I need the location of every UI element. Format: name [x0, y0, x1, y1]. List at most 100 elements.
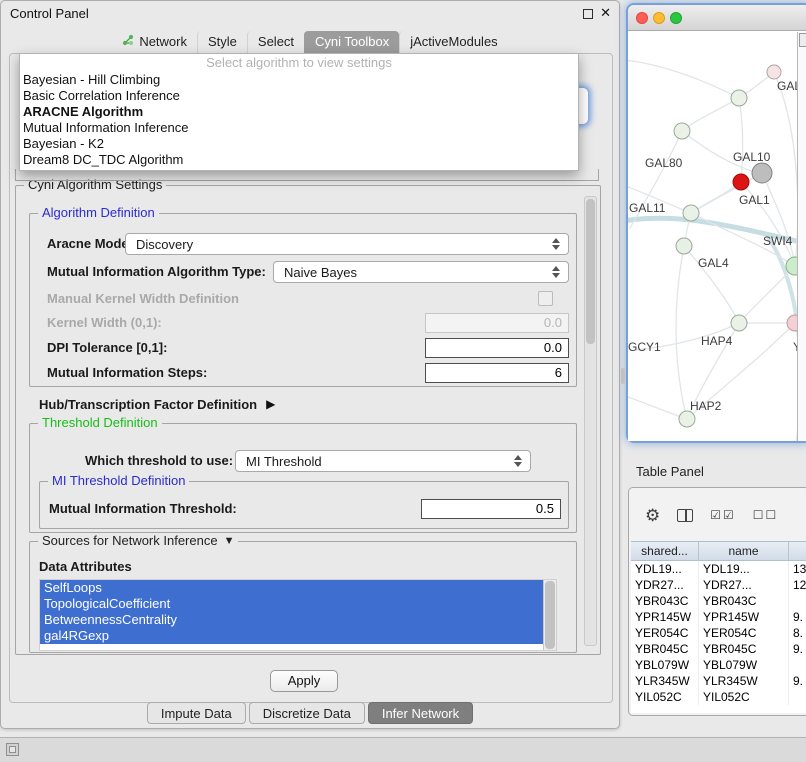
tab-network[interactable]: Network — [112, 31, 197, 53]
table-row[interactable]: YER054CYER054C8. — [631, 625, 806, 641]
table-cell: YBR043C — [631, 593, 699, 609]
tab-style[interactable]: Style — [197, 31, 247, 53]
algorithm-placeholder-option[interactable]: Select algorithm to view settings — [20, 54, 578, 72]
network-node[interactable] — [733, 174, 749, 190]
bottom-tab-discretize-data[interactable]: Discretize Data — [249, 702, 365, 724]
kernel-width-field[interactable]: 0.0 — [425, 313, 569, 333]
table-panel-window: ⚙ ☑☑ ☐☐ shared...name YDL19...YDL19...13… — [628, 487, 806, 716]
select-all-checkboxes-icon[interactable]: ☑☑ — [710, 508, 736, 522]
network-edge[interactable] — [628, 394, 687, 419]
algorithm-option-bayesian-k2[interactable]: Bayesian - K2 — [20, 136, 578, 152]
network-canvas[interactable]: GAL2GAL80GAL10GAL11GAL1SWI4GAL4GCY1HAP4H… — [628, 32, 806, 441]
attribute-item-betweennesscentrality[interactable]: BetweennessCentrality — [40, 612, 543, 628]
table-cell: YPR145W — [631, 609, 699, 625]
table-toolbar: ⚙ ☑☑ ☐☐ — [645, 500, 778, 530]
network-node[interactable] — [767, 65, 781, 79]
network-node[interactable] — [674, 123, 690, 139]
network-edge[interactable] — [676, 246, 687, 419]
attribute-item-gal4rgexp[interactable]: gal4RGexp — [40, 628, 543, 644]
manual-kernel-checkbox[interactable] — [538, 291, 553, 306]
panel-dock-icon[interactable] — [6, 743, 19, 756]
table-row[interactable]: YBR043CYBR043C — [631, 593, 806, 609]
zoom-traffic-light-icon[interactable] — [670, 12, 682, 24]
table-row[interactable]: YDR27...YDR27...12 — [631, 577, 806, 593]
dpi-tolerance-label: DPI Tolerance [0,1]: — [47, 338, 167, 358]
close-icon[interactable]: ✕ — [600, 5, 611, 21]
hub-transcription-factor-section[interactable]: Hub/Transcription Factor Definition ▶ — [39, 395, 275, 413]
close-traffic-light-icon[interactable] — [636, 12, 648, 24]
dpi-tolerance-field[interactable]: 0.0 — [425, 338, 569, 358]
table-cell: 9. — [789, 673, 806, 689]
network-node[interactable] — [676, 238, 692, 254]
network-edge[interactable] — [691, 182, 741, 213]
table-cell: YER054C — [699, 625, 789, 641]
network-node[interactable] — [752, 163, 772, 183]
combo-arrows-icon — [552, 266, 561, 278]
column-header-extra[interactable] — [789, 542, 806, 560]
which-threshold-combo[interactable]: MI Threshold — [235, 450, 531, 472]
mi-steps-field[interactable]: 6 — [425, 363, 569, 383]
column-header-shared[interactable]: shared... — [631, 542, 699, 560]
apply-button[interactable]: Apply — [270, 670, 338, 692]
network-view-window: GAL2GAL80GAL10GAL11GAL1SWI4GAL4GCY1HAP4H… — [628, 5, 806, 441]
table-row[interactable]: YIL052CYIL052C — [631, 689, 806, 705]
network-icon — [122, 34, 134, 49]
bottom-tab-infer-network[interactable]: Infer Network — [368, 702, 473, 724]
algorithm-option-aracne-algorithm[interactable]: ARACNE Algorithm — [20, 104, 578, 120]
node-label-hap4: HAP4 — [701, 334, 733, 348]
algorithm-option-mutual-information-inference[interactable]: Mutual Information Inference — [20, 120, 578, 136]
network-edge[interactable] — [682, 98, 739, 131]
table-cell: YDL19... — [699, 561, 789, 577]
attributes-scrollbar-thumb[interactable] — [545, 581, 555, 649]
mi-threshold-field[interactable]: 0.5 — [421, 499, 561, 519]
table-cell: YBR043C — [699, 593, 789, 609]
mi-type-combo[interactable]: Naive Bayes — [273, 261, 569, 283]
tab-label: Style — [208, 34, 237, 49]
mi-steps-label: Mutual Information Steps: — [47, 363, 207, 383]
table-cell: 12 — [789, 577, 806, 593]
float-window-icon[interactable] — [583, 9, 593, 19]
network-edge[interactable] — [739, 98, 743, 182]
network-scrollbar-thumb[interactable] — [799, 33, 806, 47]
table-row[interactable]: YBR045CYBR045C9. — [631, 641, 806, 657]
network-scrollbar[interactable] — [797, 32, 806, 441]
attribute-item-selfloops[interactable]: SelfLoops — [40, 580, 543, 596]
settings-scrollbar[interactable] — [584, 196, 597, 646]
table-row[interactable]: YPR145WYPR145W9. — [631, 609, 806, 625]
table-cell: 9. — [789, 641, 806, 657]
aracne-mode-value: Discovery — [136, 237, 193, 252]
columns-icon[interactable] — [677, 509, 693, 522]
tab-cyni-toolbox[interactable]: Cyni Toolbox — [304, 31, 399, 53]
network-node[interactable] — [683, 205, 699, 221]
mi-type-value: Naive Bayes — [284, 265, 357, 280]
splitter-handle[interactable] — [621, 368, 625, 384]
bottom-tab-impute-data[interactable]: Impute Data — [147, 702, 246, 724]
network-node[interactable] — [731, 90, 747, 106]
column-header-name[interactable]: name — [699, 542, 789, 560]
network-edge[interactable] — [739, 266, 795, 323]
algorithm-option-bayesian-hill-climbing[interactable]: Bayesian - Hill Climbing — [20, 72, 578, 88]
table-row[interactable]: YBL079WYBL079W — [631, 657, 806, 673]
collapse-down-icon[interactable]: ▼ — [224, 535, 235, 547]
attribute-item-topologicalcoefficient[interactable]: TopologicalCoefficient — [40, 596, 543, 612]
network-node[interactable] — [731, 315, 747, 331]
settings-scrollbar-thumb[interactable] — [586, 199, 595, 344]
network-node[interactable] — [679, 411, 695, 427]
deselect-all-checkboxes-icon[interactable]: ☐☐ — [753, 508, 779, 522]
table-cell: 13 — [789, 561, 806, 577]
tab-jactivemodules[interactable]: jActiveModules — [399, 31, 507, 53]
aracne-mode-combo[interactable]: Discovery — [125, 233, 569, 255]
expand-right-icon[interactable]: ▶ — [266, 397, 275, 411]
algorithm-option-dream8-dc-tdc-algorithm[interactable]: Dream8 DC_TDC Algorithm — [20, 152, 578, 168]
application-window: Control Panel ✕ NetworkStyleSelectCyni T… — [0, 0, 806, 762]
gear-icon[interactable]: ⚙ — [645, 507, 660, 524]
tab-select[interactable]: Select — [247, 31, 304, 53]
table-row[interactable]: YDL19...YDL19...13 — [631, 561, 806, 577]
table-row[interactable]: YLR345WYLR345W9. — [631, 673, 806, 689]
minimize-traffic-light-icon[interactable] — [653, 12, 665, 24]
network-edge[interactable] — [628, 60, 739, 98]
algorithm-option-list: Bayesian - Hill ClimbingBasic Correlatio… — [20, 72, 578, 168]
table-cell — [789, 689, 806, 705]
attributes-scrollbar[interactable] — [543, 580, 556, 650]
algorithm-option-basic-correlation-inference[interactable]: Basic Correlation Inference — [20, 88, 578, 104]
